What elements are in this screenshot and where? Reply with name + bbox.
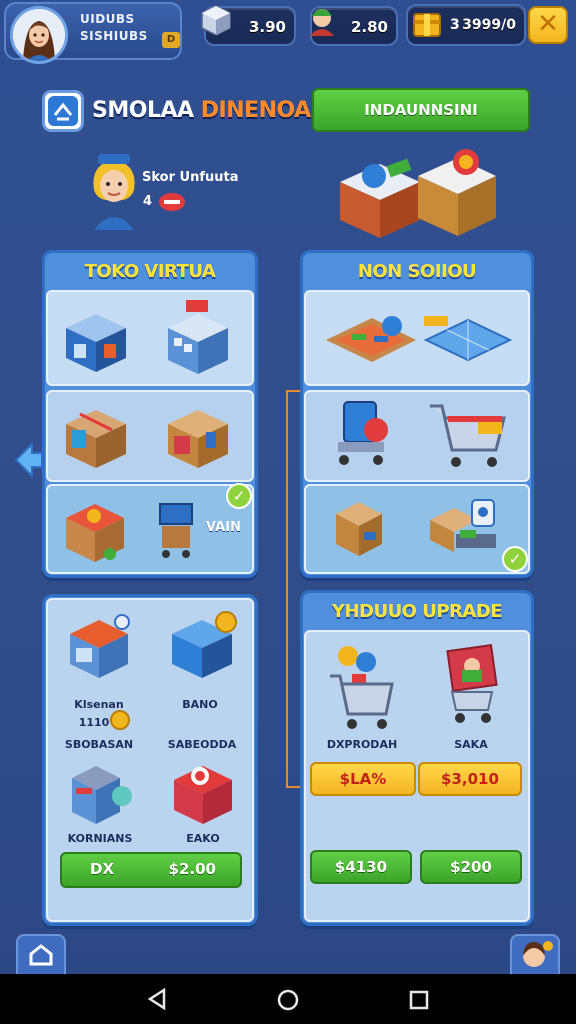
office-building-icon xyxy=(168,300,228,374)
scanner-cart-icon xyxy=(159,503,193,558)
shopkeeper-character-icon xyxy=(93,154,135,230)
logo-icon xyxy=(48,96,78,126)
item-label-saka: SAKA xyxy=(454,738,488,751)
tile-delivery[interactable] xyxy=(304,484,530,574)
cube-icon xyxy=(201,5,231,36)
cardboard-box-icon xyxy=(336,502,382,556)
coin-icon xyxy=(110,710,130,730)
profile-mini-button[interactable] xyxy=(510,934,560,976)
shopping-cart-icon xyxy=(430,404,506,467)
tile-stores-row-2[interactable] xyxy=(46,390,254,482)
check-icon: ✓ xyxy=(232,487,246,505)
panel-title-upgrade: YHDUUO UPRADE xyxy=(331,601,503,622)
item-label-eako: EAKO xyxy=(186,832,220,845)
price-button-green-1[interactable]: $4130 xyxy=(310,850,412,884)
left-buy-button-price: $2.00 xyxy=(168,860,216,878)
stores-illustration-icon xyxy=(340,149,496,238)
item-label-bano: BANO xyxy=(182,698,218,711)
currency-gold[interactable]: 3 3999/0 xyxy=(406,4,526,46)
left-buy-button[interactable]: DX $2.00 xyxy=(60,852,242,888)
store-front-icon[interactable] xyxy=(64,608,134,684)
vending-machine-icon[interactable] xyxy=(66,758,136,828)
level-badge: D xyxy=(162,32,180,48)
red-store-icon xyxy=(66,504,124,562)
home-icon xyxy=(29,944,53,966)
currency-gems[interactable]: 3.90 xyxy=(201,5,296,46)
header-action-button[interactable]: INDAUNNSINI xyxy=(312,88,530,132)
connector-line xyxy=(286,390,300,788)
tile-stores-row-1[interactable] xyxy=(46,290,254,386)
sign-cart-icon[interactable] xyxy=(442,644,502,726)
character-level: 4 xyxy=(143,194,153,209)
shop-box-icon xyxy=(66,410,126,468)
panel-title-toko-virtua: TOKO VIRTUA xyxy=(84,261,216,282)
character-icon xyxy=(310,9,334,36)
item-label-kornians: KORNIANS xyxy=(67,832,133,845)
currency-characters-value: 2.80 xyxy=(350,18,388,36)
profile-name: UIDUBS xyxy=(80,12,135,26)
gift-shop-icon[interactable] xyxy=(168,758,238,828)
price-button-yellow-2[interactable]: $3,010 xyxy=(418,762,522,796)
recents-icon[interactable] xyxy=(408,989,430,1011)
title-part-1: SMOLAA xyxy=(92,98,194,123)
tile-stores-row-3[interactable]: VAIN xyxy=(46,484,254,574)
currency-gems-value: 3.90 xyxy=(248,18,286,36)
item-label-sabeodda: SABEODDA xyxy=(167,738,237,751)
page-title: SMOLAA DINENOAI xyxy=(92,98,319,123)
check-icon: ✓ xyxy=(508,550,522,568)
grocery-cart-icon[interactable] xyxy=(326,640,396,732)
solar-grid-icon xyxy=(423,316,513,362)
item-label-sbobasan: SBOBASAN xyxy=(64,738,134,751)
arrow-left-icon[interactable] xyxy=(14,442,44,478)
character-name: Skor Unfuuta xyxy=(142,170,239,185)
price-button-green-2[interactable]: $200 xyxy=(420,850,522,884)
blue-crate-icon[interactable] xyxy=(164,608,240,684)
back-icon[interactable] xyxy=(146,988,168,1010)
home-button[interactable] xyxy=(16,934,66,976)
currency-gold-value: 3999/0 xyxy=(462,17,516,33)
delivery-scale-icon xyxy=(430,499,496,552)
girl-avatar-icon xyxy=(13,9,65,61)
mini-avatar-icon xyxy=(523,941,553,967)
close-button[interactable]: ✕ xyxy=(528,6,568,44)
tile-carts[interactable] xyxy=(304,390,530,482)
vani-label: VAIN xyxy=(206,520,241,535)
check-badge: ✓ xyxy=(226,483,252,509)
system-navbar xyxy=(0,974,576,1024)
warehouse-icon xyxy=(168,410,228,468)
left-buy-button-label: DX xyxy=(90,860,115,878)
price-button-yellow-1[interactable]: $LA% xyxy=(310,762,416,796)
cart-machine-icon xyxy=(338,401,388,465)
currency-characters[interactable]: 2.80 xyxy=(310,6,398,46)
check-badge-2: ✓ xyxy=(502,546,528,572)
profile-subtitle: SISHIUBS xyxy=(80,29,148,43)
heart-badge-icon xyxy=(159,193,185,211)
home-circle-icon[interactable] xyxy=(276,988,300,1012)
store-layout-icon xyxy=(326,316,416,362)
item-label-dxprodah: DXPRODAH xyxy=(326,738,398,751)
panel-title-non-soiiou: NON SOIIOU xyxy=(357,261,477,282)
title-part-2: DINENOAI xyxy=(200,98,319,123)
currency-gold-count: 3 xyxy=(450,17,460,33)
avatar[interactable] xyxy=(10,6,68,64)
tile-floor-plans[interactable] xyxy=(304,290,530,386)
app-logo xyxy=(42,90,84,132)
blue-store-icon xyxy=(66,314,126,372)
gold-crate-icon xyxy=(413,13,441,37)
profile-card[interactable]: UIDUBS SISHIUBS D xyxy=(4,2,182,64)
